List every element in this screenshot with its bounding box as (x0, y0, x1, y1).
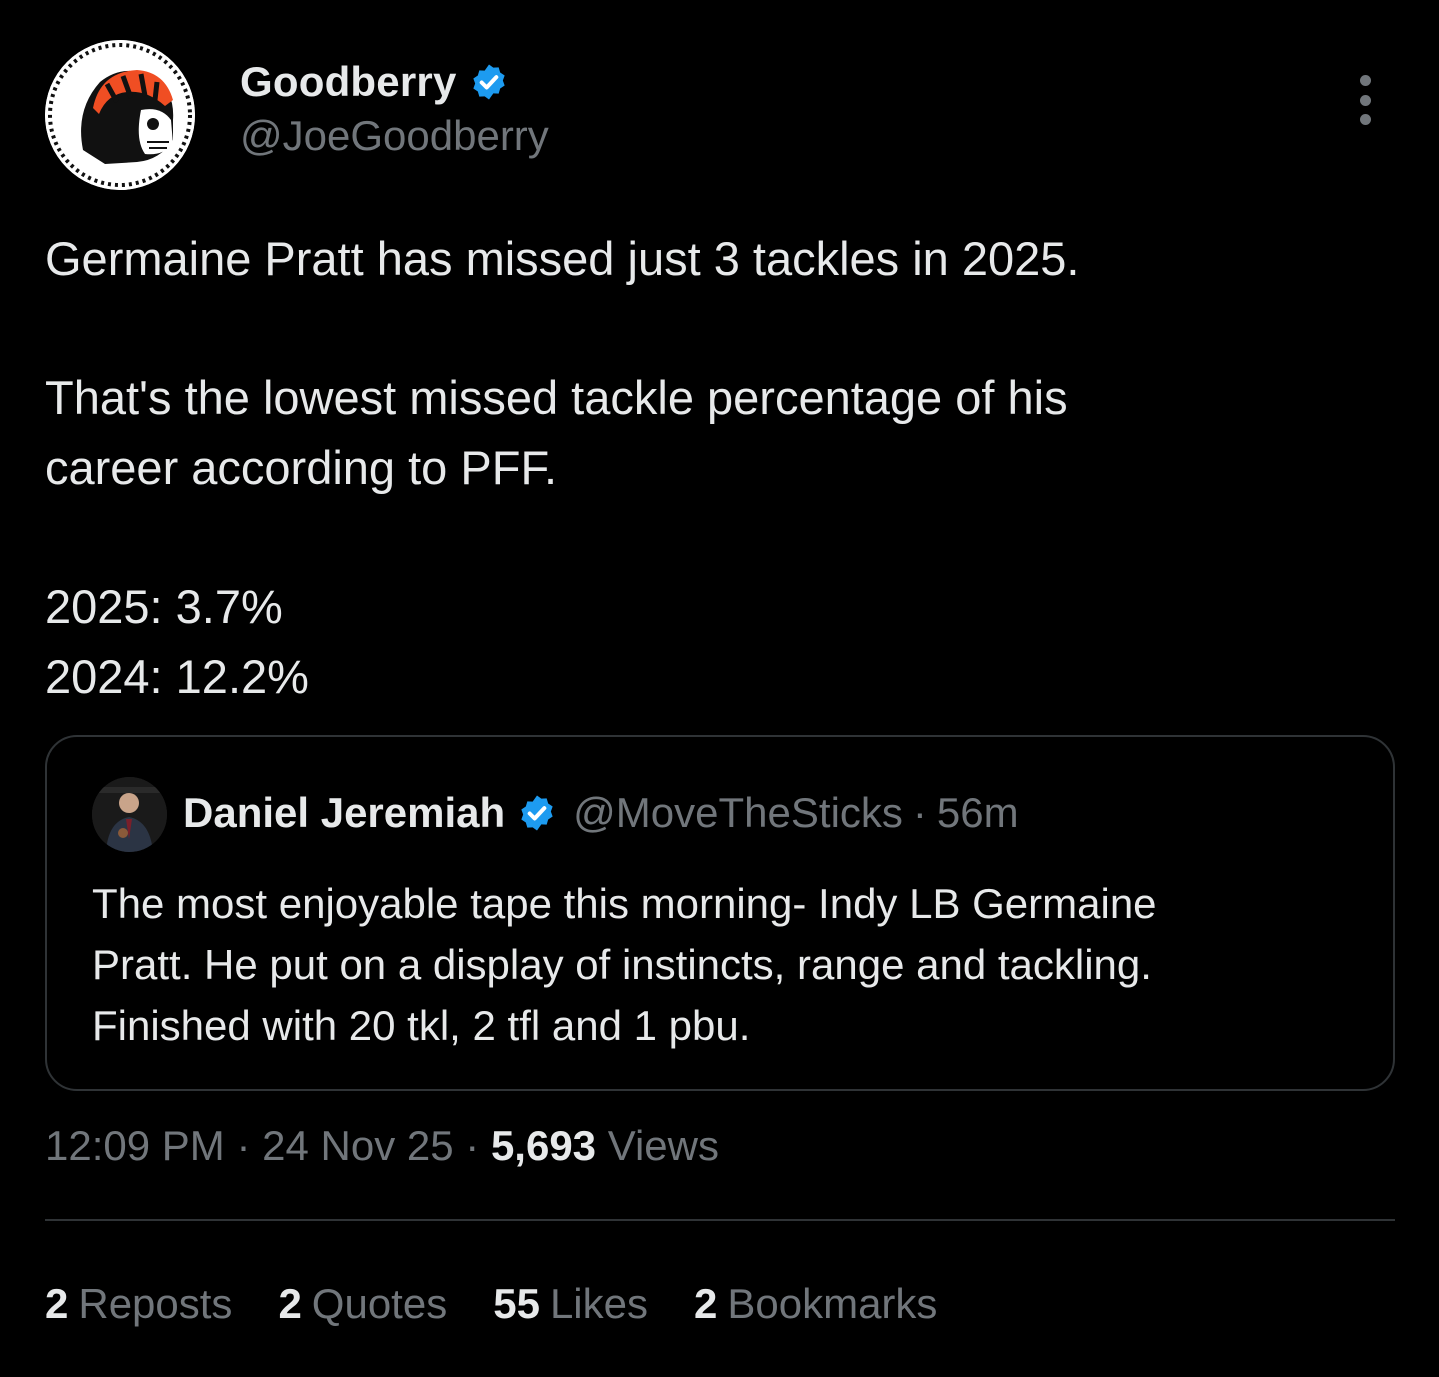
tweet: Goodberry @JoeGoodberry Germaine Pratt h… (0, 0, 1439, 1377)
more-dot-icon (1359, 75, 1371, 86)
divider (45, 1219, 1395, 1221)
likes-stat[interactable]: 55 Likes (493, 1280, 648, 1328)
meta-separator: · (236, 1122, 251, 1169)
quote-header: Daniel Jeremiah @MoveTheSticks · 56m (183, 789, 1019, 837)
quoted-tweet[interactable]: Daniel Jeremiah @MoveTheSticks · 56m The… (45, 735, 1395, 1091)
tweet-meta: 12:09 PM · 24 Nov 25 · 5,693 Views (45, 1122, 719, 1170)
meta-separator: · (465, 1122, 480, 1169)
likes-count: 55 (493, 1280, 540, 1327)
verified-badge-icon[interactable] (469, 62, 509, 102)
more-dot-icon (1359, 94, 1371, 106)
author-handle[interactable]: @JoeGoodberry (240, 112, 549, 160)
engagement-stats: 2 Reposts 2 Quotes 55 Likes 2 Bookmarks (45, 1280, 937, 1328)
quotes-stat[interactable]: 2 Quotes (278, 1280, 447, 1328)
author-display-name[interactable]: Goodberry (240, 58, 457, 106)
more-dot-icon (1359, 114, 1371, 125)
tweet-text-line: 2024: 12.2% (45, 650, 309, 703)
quote-avatar[interactable] (92, 777, 167, 852)
verified-badge-icon[interactable] (517, 793, 557, 833)
quote-text: The most enjoyable tape this morning- In… (92, 873, 1157, 1056)
quote-separator: · (912, 789, 927, 836)
quotes-count: 2 (278, 1280, 302, 1327)
views-count: 5,693 (490, 1122, 597, 1169)
quote-text-line: The most enjoyable tape this morning- In… (92, 880, 1157, 927)
tweet-text-line: career according to PFF. (45, 441, 557, 494)
quote-text-line: Finished with 20 tkl, 2 tfl and 1 pbu. (92, 1002, 751, 1049)
tweet-text-line: Germaine Pratt has missed just 3 tackles… (45, 232, 1080, 285)
bengals-skull-avatar-icon (45, 40, 195, 190)
bookmarks-stat[interactable]: 2 Bookmarks (694, 1280, 937, 1328)
quote-display-name[interactable]: Daniel Jeremiah (183, 789, 505, 837)
reposts-stat[interactable]: 2 Reposts (45, 1280, 232, 1328)
author-name-row: Goodberry (240, 58, 509, 106)
tweet-text-line: 2025: 3.7% (45, 580, 283, 633)
tweet-time[interactable]: 12:09 PM (45, 1122, 225, 1169)
tweet-date[interactable]: 24 Nov 25 (262, 1122, 453, 1169)
person-avatar-icon (92, 777, 167, 852)
likes-label: Likes (549, 1280, 648, 1327)
bookmarks-count: 2 (694, 1280, 718, 1327)
reposts-count: 2 (45, 1280, 69, 1327)
tweet-text-line: That's the lowest missed tackle percenta… (45, 371, 1068, 424)
quote-timestamp[interactable]: 56m (937, 789, 1019, 837)
views-label: Views (607, 1122, 719, 1169)
author-avatar[interactable] (45, 40, 195, 190)
quotes-label: Quotes (311, 1280, 448, 1327)
bookmarks-label: Bookmarks (727, 1280, 938, 1327)
quote-handle[interactable]: @MoveTheSticks (573, 789, 903, 837)
reposts-label: Reposts (78, 1280, 233, 1327)
quote-text-line: Pratt. He put on a display of instincts,… (92, 941, 1152, 988)
more-options-button[interactable] (1340, 70, 1390, 130)
